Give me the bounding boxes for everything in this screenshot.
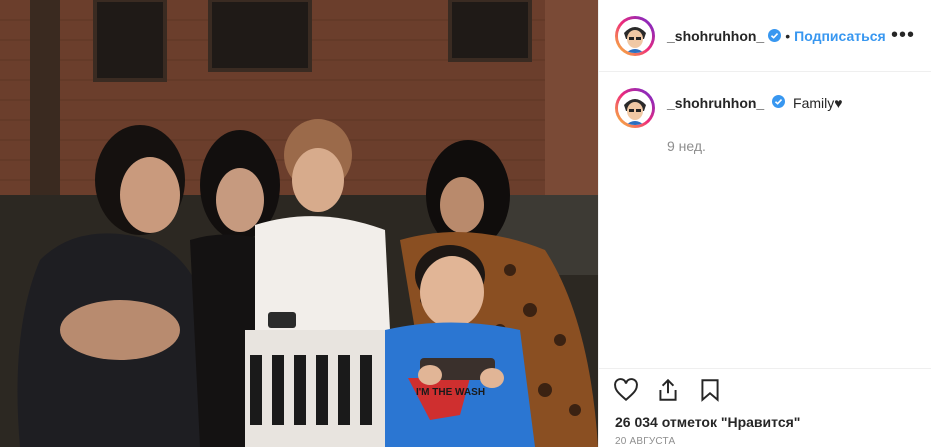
photo-illustration: I'M THE WASH (0, 0, 598, 447)
header-separator: • (785, 27, 791, 44)
post-sidebar: _shohruhhon_ • Подписаться ••• _shohruhh… (598, 0, 931, 447)
action-bar (599, 368, 931, 412)
caption-username[interactable]: _shohruhhon_ (667, 95, 764, 111)
post-date[interactable]: 20 АВГУСТА (599, 430, 931, 447)
more-options-button[interactable]: ••• (891, 24, 915, 47)
post-photo[interactable]: I'M THE WASH (0, 0, 598, 447)
header-username[interactable]: _shohruhhon_ (667, 28, 764, 44)
likes-count[interactable]: 26 034 отметок "Нравится" (599, 414, 931, 430)
caption-avatar[interactable] (615, 88, 655, 128)
heart-icon[interactable] (613, 377, 641, 405)
caption-text: _shohruhhon_ Family♥ (667, 88, 843, 112)
bookmark-icon[interactable] (697, 377, 725, 405)
verified-badge-icon (772, 95, 786, 108)
follow-button[interactable]: Подписаться (794, 28, 886, 44)
shirt-print-text: I'M THE WASH (416, 387, 485, 398)
avatar[interactable] (615, 15, 655, 56)
caption: _shohruhhon_ Family♥ (615, 88, 915, 128)
caption-time[interactable]: 9 нед. (667, 138, 915, 154)
post-header: _shohruhhon_ • Подписаться ••• (599, 0, 931, 72)
avatar-image-icon (618, 91, 652, 125)
avatar-image-icon (618, 18, 652, 53)
post: I'M THE WASH _shohruhhon_ • Подписаться … (0, 0, 931, 447)
comments-section: _shohruhhon_ Family♥ 9 нед. (599, 72, 931, 368)
share-icon[interactable] (655, 377, 683, 405)
caption-body: Family♥ (793, 95, 843, 111)
verified-badge-icon (768, 29, 782, 42)
